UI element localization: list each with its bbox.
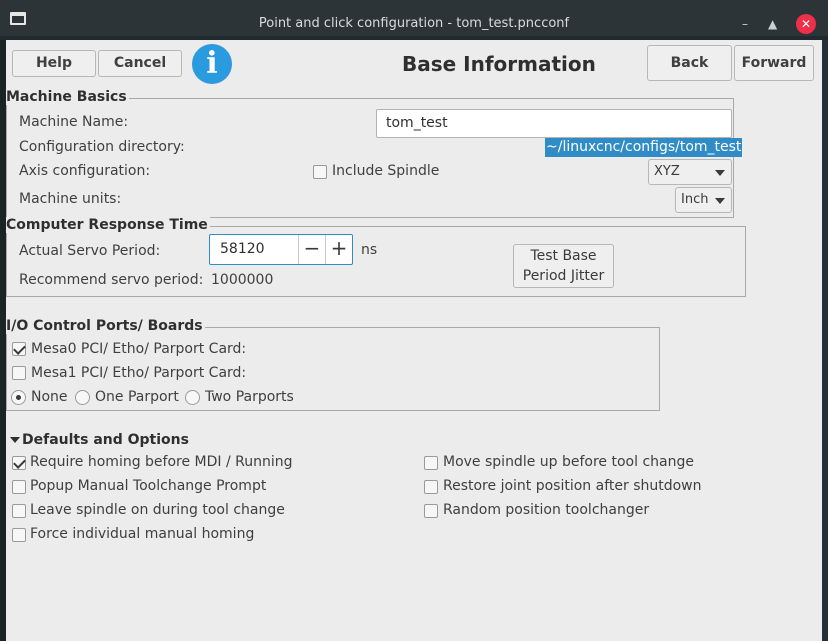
back-button[interactable]: Back [647,45,732,81]
option-require-homing-label: Require homing before MDI / Running [30,454,293,470]
option-move-spindle-checkbox[interactable] [424,456,438,470]
include-spindle-label: Include Spindle [332,163,440,179]
forward-button[interactable]: Forward [734,45,814,81]
option-leave-spindle-checkbox[interactable] [12,504,26,518]
axis-config-select[interactable]: XYZ [648,159,732,185]
test-button-line1: Test Base [530,248,597,264]
increment-button[interactable]: + [325,235,352,264]
parport-two-label: Two Parports [205,389,294,405]
option-popup-toolchange-label: Popup Manual Toolchange Prompt [30,478,267,494]
chevron-down-icon [715,170,725,176]
test-base-period-button[interactable]: Test Base Period Jitter [513,244,614,288]
option-move-spindle-label: Move spindle up before tool change [443,454,694,470]
servo-unit-label: ns [361,242,378,258]
parport-none-radio[interactable] [11,390,26,405]
option-require-homing-checkbox[interactable] [12,456,26,470]
close-icon[interactable]: ✕ [796,14,816,34]
machine-units-select[interactable]: Inch [675,187,732,213]
option-popup-toolchange-checkbox[interactable] [12,480,26,494]
test-button-line2: Period Jitter [522,268,605,284]
page-title: Base Information [402,52,596,76]
option-restore-joint-checkbox[interactable] [424,480,438,494]
io-ports-title: I/O Control Ports/ Boards [6,318,205,334]
axis-config-value: XYZ [654,164,680,179]
decrement-button[interactable]: − [298,235,325,264]
axis-config-label: Axis configuration: [19,163,151,179]
machine-name-label: Machine Name: [19,114,129,130]
window-title: Point and click configuration - tom_test… [258,16,570,31]
cancel-button[interactable]: Cancel [98,50,182,77]
mesa1-checkbox[interactable] [12,366,26,380]
config-dir-label: Configuration directory: [19,139,185,155]
machine-basics-title: Machine Basics [6,89,129,105]
option-force-homing-checkbox[interactable] [12,528,26,542]
parport-none-label: None [31,389,68,405]
response-time-title: Computer Response Time [6,217,210,233]
include-spindle-checkbox[interactable] [313,165,327,179]
dialog-body: Help Cancel i Base Information Back Forw… [6,40,822,641]
parport-one-radio[interactable] [75,390,90,405]
servo-period-label: Actual Servo Period: [19,243,161,259]
info-icon: i [192,44,232,84]
option-random-toolchanger-label: Random position toolchanger [443,502,650,518]
servo-period-spinbox[interactable]: 58120 − + [209,234,353,265]
recommend-period-value: 1000000 [211,272,274,288]
mesa0-label: Mesa0 PCI/ Etho/ Parport Card: [31,341,247,357]
servo-period-value: 58120 [220,241,265,257]
option-restore-joint-label: Restore joint position after shutdown [443,478,702,494]
chevron-down-icon [715,198,725,204]
config-dir-value: ~/linuxcnc/configs/tom_test [545,138,743,157]
option-leave-spindle-label: Leave spindle on during tool change [30,502,285,518]
minimize-icon[interactable]: – [742,18,748,30]
machine-units-value: Inch [681,192,709,207]
maximize-icon[interactable]: ▲ [768,18,777,30]
parport-one-label: One Parport [95,389,179,405]
option-force-homing-label: Force individual manual homing [30,526,255,542]
machine-name-input[interactable]: tom_test [376,109,732,138]
desktop-background-right [822,40,828,641]
window-titlebar: Point and click configuration - tom_test… [0,0,828,36]
option-random-toolchanger-checkbox[interactable] [424,504,438,518]
help-button[interactable]: Help [12,50,96,77]
expander-arrow-icon[interactable] [10,437,20,443]
recommend-period-label: Recommend servo period: [19,272,204,288]
mesa1-label: Mesa1 PCI/ Etho/ Parport Card: [31,365,247,381]
machine-units-label: Machine units: [19,191,122,207]
defaults-options-title[interactable]: Defaults and Options [22,432,189,448]
parport-two-radio[interactable] [185,390,200,405]
mesa0-checkbox[interactable] [12,342,26,356]
